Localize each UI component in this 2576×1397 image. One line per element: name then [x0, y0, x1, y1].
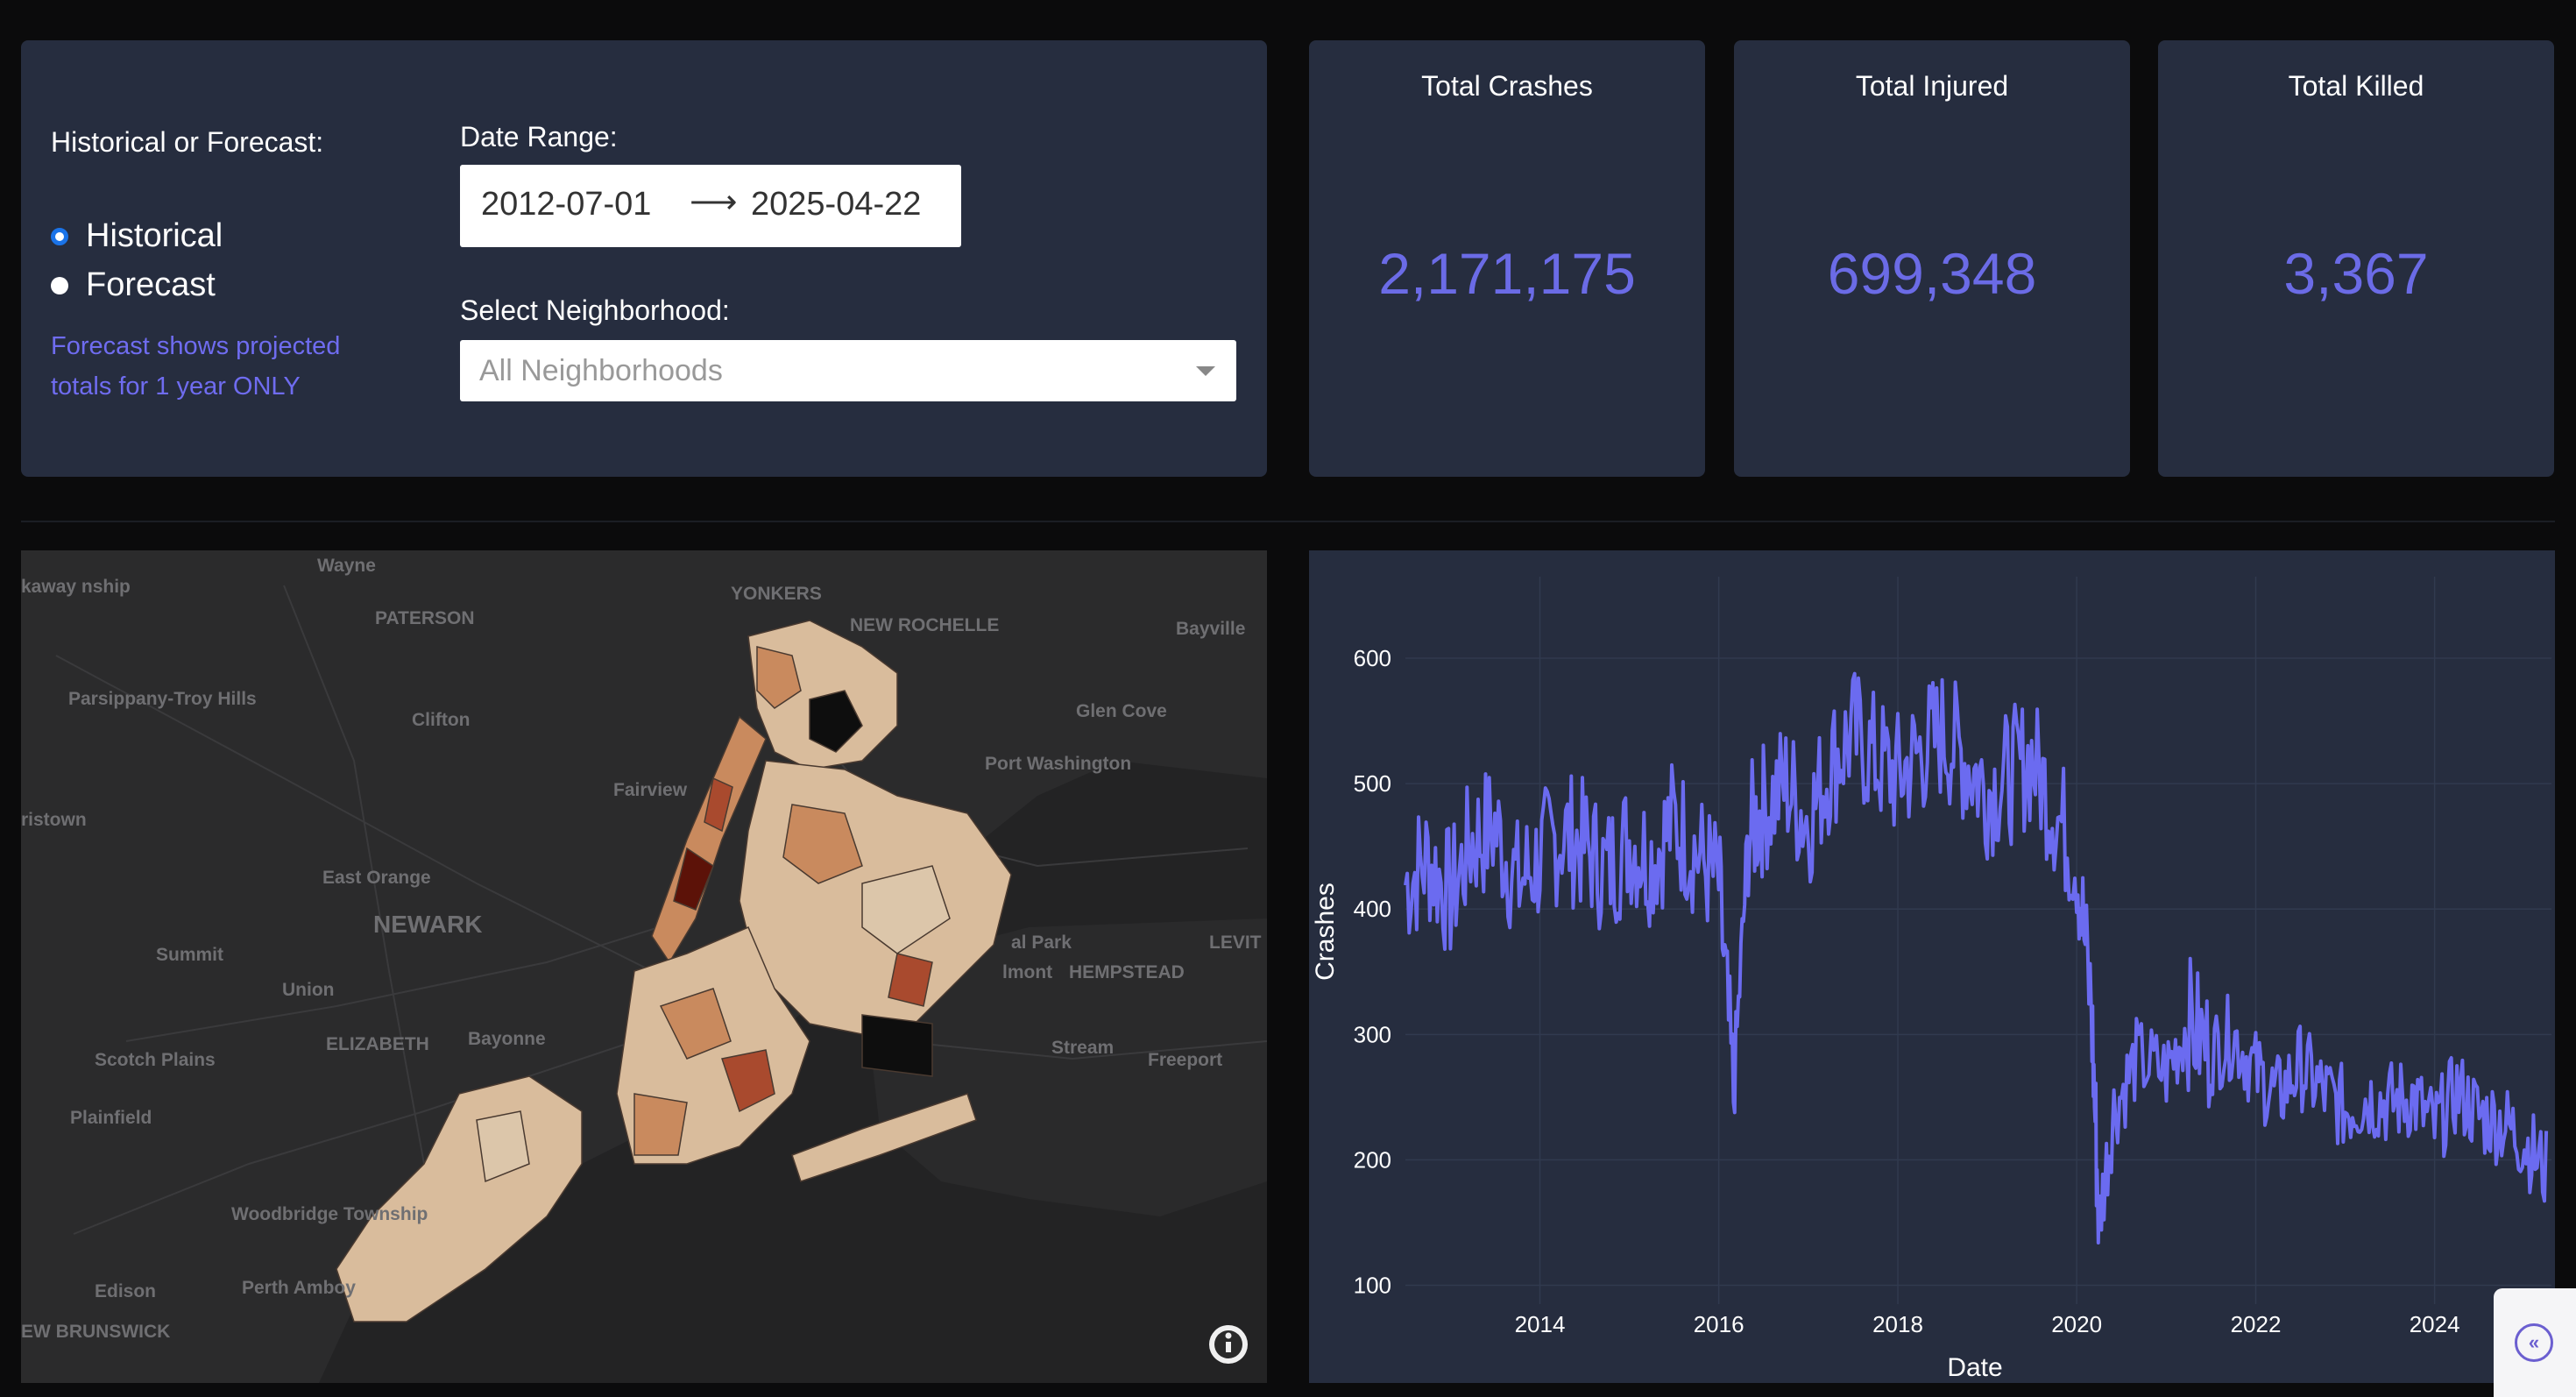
- kpi-crashes-value: 2,171,175: [1378, 241, 1636, 306]
- radio-forecast[interactable]: Forecast: [51, 266, 216, 304]
- radio-historical-dot[interactable]: [51, 227, 68, 245]
- forecast-note-line1: Forecast shows projected: [51, 332, 341, 360]
- kpi-killed-value: 3,367: [2283, 241, 2429, 306]
- x-tick-label: 2016: [1694, 1311, 1744, 1337]
- radio-historical-label[interactable]: Historical: [86, 217, 223, 255]
- x-tick-label: 2020: [2051, 1311, 2102, 1337]
- map-canvas[interactable]: Wayne PATERSON YONKERS NEW ROCHELLE Bayv…: [21, 550, 1267, 1383]
- label-woodbridge: Woodbridge Township: [231, 1204, 428, 1224]
- label-glen-cove: Glen Cove: [1076, 701, 1167, 721]
- label-fairview: Fairview: [613, 780, 688, 800]
- kpi-injured-title: Total Injured: [1855, 70, 2009, 102]
- label-rockaway-township: kaway nship: [21, 577, 131, 597]
- x-tick-label: 2014: [1515, 1311, 1566, 1337]
- label-paterson: PATERSON: [375, 608, 475, 628]
- x-tick-label: 2018: [1872, 1311, 1923, 1337]
- x-tick-label: 2022: [2231, 1311, 2282, 1337]
- double-chevron-left-icon[interactable]: «: [2515, 1323, 2553, 1362]
- neighborhood-placeholder: All Neighborhoods: [479, 354, 723, 387]
- kpi-total-killed: Total Killed 3,367: [2158, 40, 2554, 477]
- label-newark: NEWARK: [373, 911, 482, 938]
- region-jfk[interactable]: [861, 1014, 933, 1077]
- kpi-total-injured: Total Injured 699,348: [1734, 40, 2130, 477]
- crashes-series-line[interactable]: [1404, 671, 2549, 1245]
- x-tick-label: 2024: [2410, 1311, 2460, 1337]
- region-jamaica[interactable]: [888, 953, 933, 1007]
- label-parsippany: Parsippany-Troy Hills: [68, 689, 257, 709]
- radio-forecast-label[interactable]: Forecast: [86, 266, 216, 304]
- neighborhood-label: Select Neighborhood:: [460, 294, 730, 326]
- kpi-total-crashes: Total Crashes 2,171,175: [1309, 40, 1705, 477]
- section-divider: [21, 521, 2555, 522]
- date-range-label: Date Range:: [460, 121, 618, 152]
- label-perth-amboy: Perth Amboy: [242, 1278, 356, 1298]
- y-tick-label: 300: [1354, 1021, 1391, 1047]
- label-scotch-plains: Scotch Plains: [95, 1050, 216, 1070]
- label-morristown: ristown: [21, 810, 87, 830]
- label-new-brunswick: EW BRUNSWICK: [21, 1322, 170, 1342]
- y-tick-label: 600: [1354, 645, 1391, 671]
- label-floral-park: al Park: [1011, 933, 1072, 953]
- date-range-picker[interactable]: 2012-07-01 ⟶ 2025-04-22: [460, 165, 961, 247]
- forecast-note-line2: totals for 1 year ONLY: [51, 372, 301, 401]
- choropleth-map[interactable]: Wayne PATERSON YONKERS NEW ROCHELLE Bayv…: [21, 550, 1267, 1383]
- label-valley-stream: Stream: [1051, 1038, 1114, 1058]
- radio-historical[interactable]: Historical: [51, 217, 223, 255]
- crashes-line-chart[interactable]: 100 200 300 400 500 600 2014 2016 2018 2020 2022 2…: [1309, 550, 2555, 1383]
- label-edison: Edison: [95, 1281, 156, 1301]
- x-axis-label: Date: [1947, 1353, 2002, 1382]
- label-hempstead: HEMPSTEAD: [1069, 962, 1185, 982]
- date-start-input[interactable]: 2012-07-01: [481, 186, 651, 223]
- y-tick-label: 200: [1354, 1146, 1391, 1173]
- label-freeport: Freeport: [1148, 1050, 1222, 1070]
- label-plainfield: Plainfield: [70, 1108, 152, 1128]
- label-union: Union: [282, 980, 334, 1000]
- y-tick-label: 400: [1354, 896, 1391, 922]
- y-axis-label: Crashes: [1311, 883, 1340, 981]
- kpi-injured-value: 699,348: [1827, 241, 2037, 306]
- y-tick-label: 100: [1354, 1273, 1391, 1299]
- kpi-killed-title: Total Killed: [2288, 70, 2424, 102]
- radio-forecast-dot[interactable]: [51, 276, 68, 294]
- date-end-input[interactable]: 2025-04-22: [751, 186, 921, 223]
- info-icon[interactable]: [1209, 1325, 1248, 1364]
- label-east-orange: East Orange: [322, 868, 431, 888]
- label-elizabeth: ELIZABETH: [326, 1034, 429, 1054]
- chevron-down-icon[interactable]: [1196, 366, 1215, 376]
- y-tick-label: 500: [1354, 770, 1391, 797]
- label-wayne: Wayne: [317, 556, 376, 576]
- label-bayville: Bayville: [1176, 619, 1245, 639]
- date-range-arrow-icon: ⟶: [690, 184, 738, 221]
- kpi-crashes-title: Total Crashes: [1421, 70, 1593, 102]
- label-elmont: lmont: [1002, 962, 1052, 982]
- mode-label: Historical or Forecast:: [51, 126, 324, 158]
- controls-panel: Historical or Forecast: Historical Forec…: [21, 40, 1267, 477]
- label-levittown: LEVIT: [1209, 933, 1262, 953]
- neighborhood-dropdown[interactable]: All Neighborhoods: [460, 340, 1236, 401]
- label-new-rochelle: NEW ROCHELLE: [850, 615, 999, 635]
- chart-canvas[interactable]: 100 200 300 400 500 600 2014 2016 2018 2020 2022 2…: [1309, 550, 2555, 1383]
- label-yonkers: YONKERS: [731, 584, 822, 604]
- label-summit: Summit: [156, 945, 223, 965]
- collapse-sidebar-button[interactable]: «: [2494, 1288, 2576, 1397]
- region-brooklyn-south[interactable]: [633, 1093, 688, 1156]
- label-bayonne: Bayonne: [468, 1029, 546, 1049]
- label-port-washington: Port Washington: [985, 754, 1131, 774]
- label-clifton: Clifton: [412, 710, 470, 730]
